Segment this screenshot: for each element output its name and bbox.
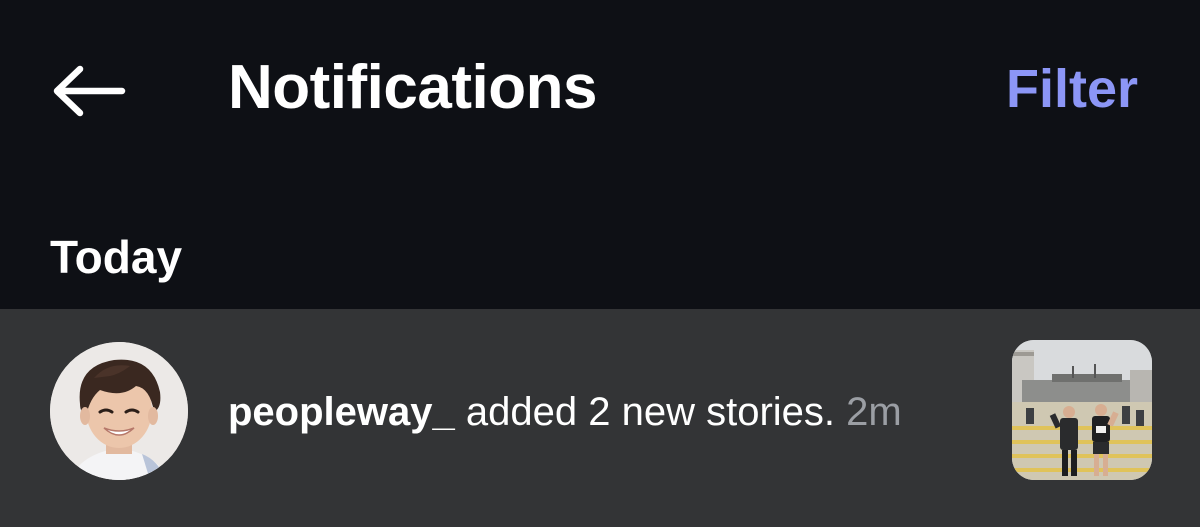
arrow-left-icon (53, 65, 126, 117)
notification-username[interactable]: peopleway_ (228, 390, 455, 434)
user-avatar-image (50, 342, 188, 480)
story-thumbnail-image (1012, 340, 1152, 480)
story-thumbnail[interactable] (1012, 340, 1152, 480)
header-bar: Notifications Filter (0, 0, 1200, 180)
notification-time: 2m (846, 390, 902, 434)
notifications-screen: Notifications Filter Today peopleway_ ad… (0, 0, 1200, 527)
back-button[interactable] (46, 56, 130, 126)
notification-item[interactable]: peopleway_ added 2 new stories. 2m (0, 309, 1200, 527)
avatar[interactable] (50, 342, 188, 480)
notification-message: added 2 new stories. (465, 390, 836, 434)
section-label-today: Today (50, 231, 183, 283)
notification-text: peopleway_ added 2 new stories. 2m (228, 387, 988, 437)
page-title: Notifications (228, 53, 597, 122)
filter-button[interactable]: Filter (1006, 55, 1138, 123)
